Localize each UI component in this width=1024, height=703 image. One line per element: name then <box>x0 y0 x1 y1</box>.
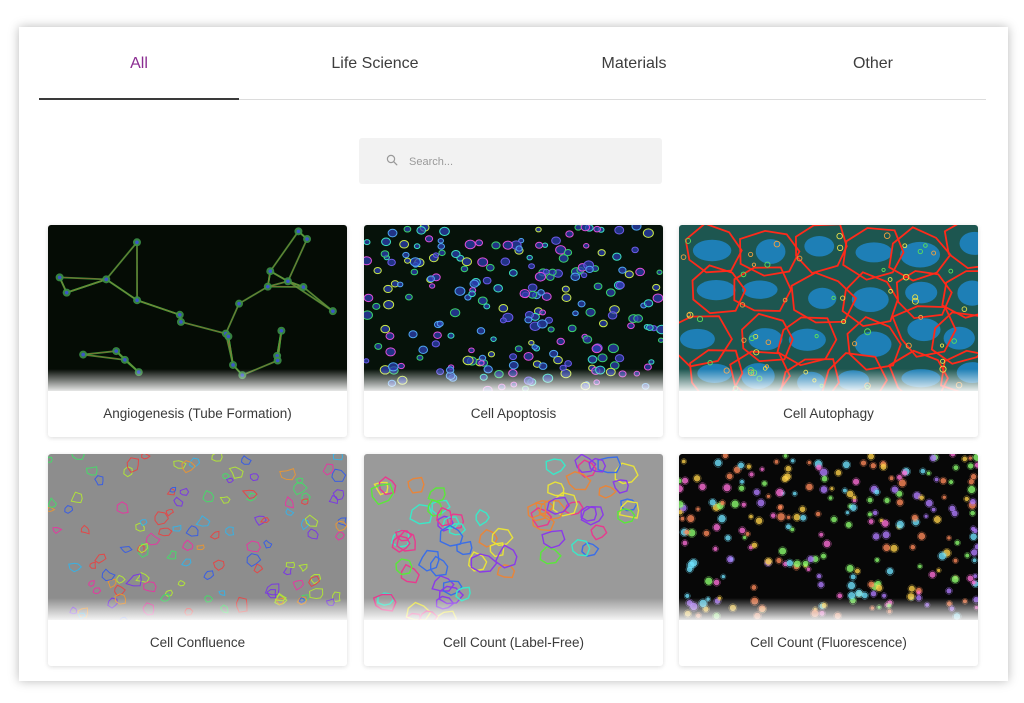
angiogenesis-fluorescence-image <box>48 225 347 391</box>
card-title: Cell Count (Label-Free) <box>442 635 585 650</box>
tab-all[interactable]: All <box>39 27 239 99</box>
apoptosis-fluorescence-image <box>364 225 663 391</box>
active-tab-indicator <box>39 98 239 100</box>
tab-life-science[interactable]: Life Science <box>275 27 475 99</box>
label-free-count-image <box>364 454 663 620</box>
card-angiogenesis[interactable]: Angiogenesis (Tube Formation) <box>48 225 347 437</box>
card-cell-autophagy[interactable]: Cell Autophagy <box>679 225 978 437</box>
card-title: Cell Confluence <box>149 635 246 650</box>
fluorescence-count-image <box>679 454 978 620</box>
card-cell-confluence[interactable]: Cell Confluence <box>48 454 347 666</box>
card-title: Angiogenesis (Tube Formation) <box>103 406 292 421</box>
card-title: Cell Autophagy <box>783 406 874 421</box>
tab-materials[interactable]: Materials <box>534 27 734 99</box>
search-input[interactable] <box>407 150 641 174</box>
card-cell-count-label-free[interactable]: Cell Count (Label-Free) <box>364 454 663 666</box>
tab-other[interactable]: Other <box>773 27 973 99</box>
category-tabs: All Life Science Materials Other <box>39 27 986 100</box>
confluence-brightfield-image <box>48 454 347 620</box>
card-cell-count-fluorescence[interactable]: Cell Count (Fluorescence) <box>679 454 978 666</box>
search-box[interactable] <box>359 138 662 184</box>
analysis-gallery-panel: All Life Science Materials Other Angioge… <box>19 27 1008 681</box>
card-title: Cell Count (Fluorescence) <box>750 635 907 650</box>
autophagy-segmentation-image <box>679 225 978 391</box>
card-cell-apoptosis[interactable]: Cell Apoptosis <box>364 225 663 437</box>
card-title: Cell Apoptosis <box>470 406 557 421</box>
search-icon <box>386 154 398 166</box>
